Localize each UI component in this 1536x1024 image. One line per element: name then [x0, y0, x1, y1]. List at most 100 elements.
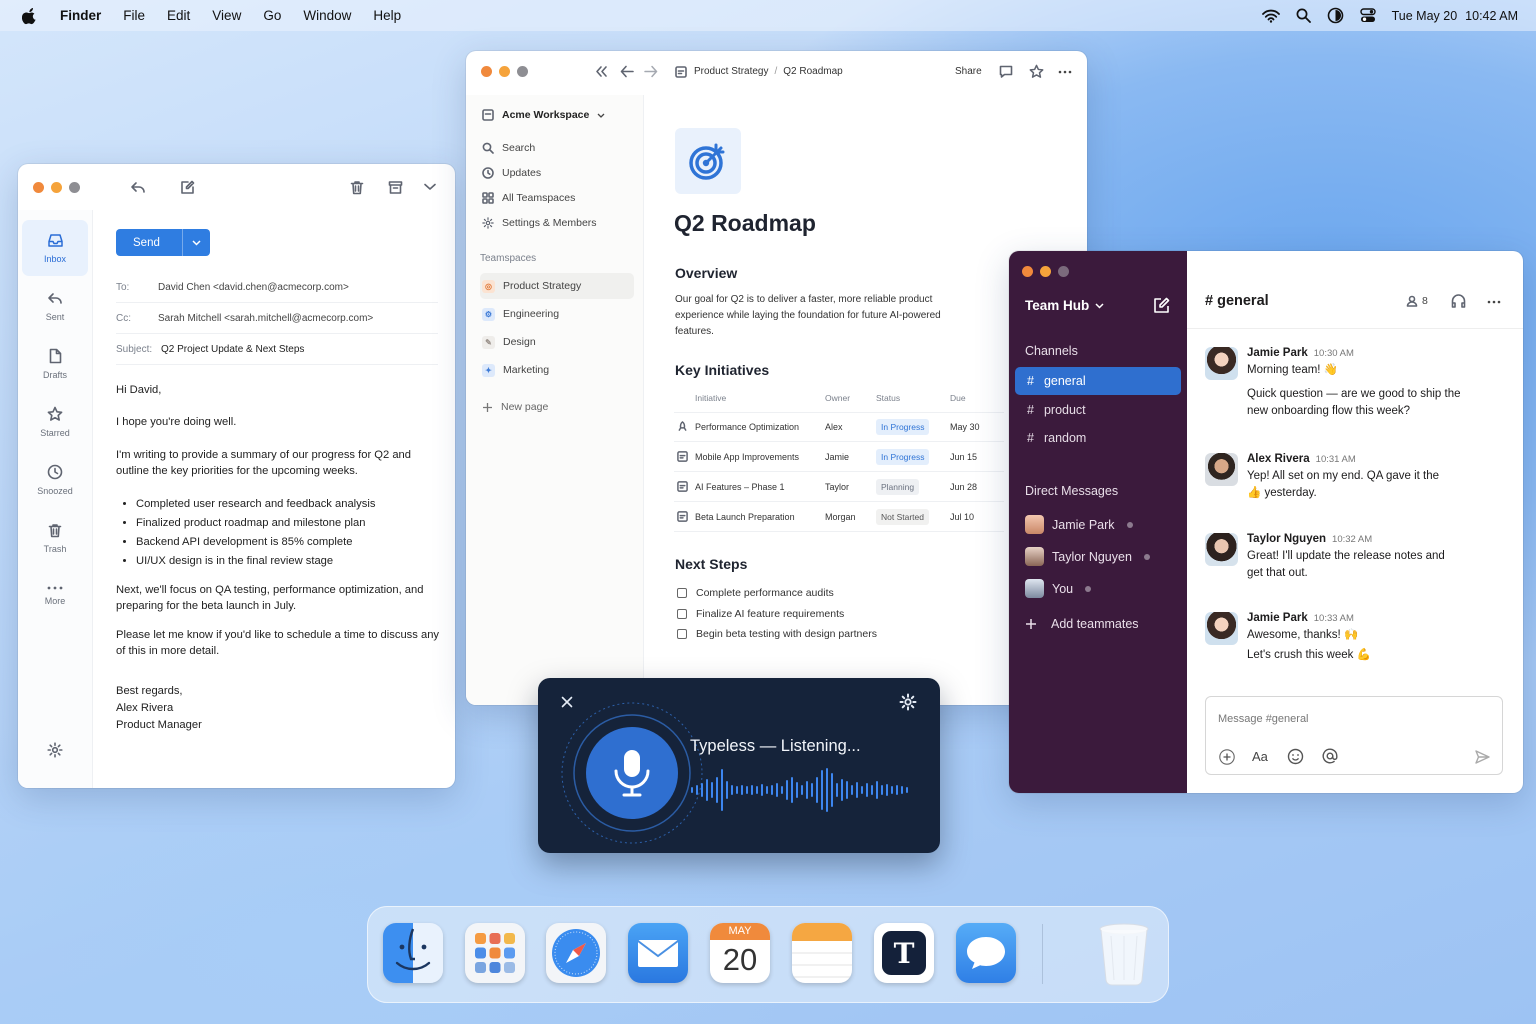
safari-app-icon[interactable]	[546, 923, 606, 983]
menu-window[interactable]: Window	[303, 8, 351, 23]
menu-view[interactable]: View	[212, 8, 241, 23]
control-center-icon[interactable]	[1359, 8, 1376, 23]
menu-help[interactable]: Help	[373, 8, 401, 23]
breadcrumb-item[interactable]: Q2 Roadmap	[783, 66, 842, 77]
sidebar-item-snoozed[interactable]: Snoozed	[22, 452, 88, 508]
send-icon[interactable]	[1475, 750, 1490, 764]
email-greeting[interactable]: Hi David,	[116, 382, 446, 398]
channel-general[interactable]: # general	[1015, 367, 1181, 395]
archive-icon[interactable]	[388, 180, 403, 195]
send-button[interactable]: Send	[116, 229, 210, 256]
cc-field[interactable]: Cc: Sarah Mitchell <sarah.mitchell@acmeco…	[116, 304, 438, 334]
sidebar-item-settings[interactable]: Settings & Members	[480, 210, 634, 236]
menu-time[interactable]: 10:42 AM	[1465, 9, 1518, 23]
wifi-icon[interactable]	[1261, 9, 1280, 23]
focus-icon[interactable]	[1327, 7, 1344, 24]
email-paragraph[interactable]: Please let me know if you'd like to sche…	[116, 627, 446, 659]
to-field[interactable]: To: David Chen <david.chen@acmecorp.com>	[116, 273, 438, 303]
forward-arrow-icon[interactable]	[644, 65, 658, 78]
workspace-switcher[interactable]: Acme Workspace	[480, 102, 634, 128]
format-text-button[interactable]: Aa	[1252, 749, 1268, 764]
workspace-switcher[interactable]: Team Hub	[1025, 298, 1104, 313]
minimize-button[interactable]	[51, 182, 62, 193]
sidebar-item-inbox[interactable]: Inbox	[22, 220, 88, 276]
close-button[interactable]	[481, 66, 492, 77]
status-badge[interactable]: In Progress	[876, 448, 930, 465]
channels-heading[interactable]: Channels	[1025, 344, 1078, 358]
comment-icon[interactable]	[999, 65, 1013, 78]
chevron-down-icon[interactable]	[424, 183, 436, 191]
email-paragraph[interactable]: I'm writing to provide a summary of our …	[116, 447, 446, 479]
sidebar-item-trash[interactable]: Trash	[22, 510, 88, 566]
close-button[interactable]	[33, 182, 44, 193]
checklist-item[interactable]: Complete performance audits	[677, 583, 877, 604]
page-cover-icon[interactable]	[675, 128, 741, 194]
compose-icon[interactable]	[1153, 297, 1170, 314]
teamspace-product-strategy[interactable]: ◎ Product Strategy	[480, 273, 634, 299]
share-button[interactable]: Share	[955, 66, 982, 77]
emoji-icon[interactable]	[1287, 748, 1304, 765]
dm-taylor-nguyen[interactable]: Taylor Nguyen	[1025, 547, 1150, 566]
trash-app-icon[interactable]	[1097, 920, 1151, 986]
minimize-button[interactable]	[1040, 266, 1051, 277]
sidebar-item-more[interactable]: More	[22, 568, 88, 624]
channel-title[interactable]: # general	[1205, 293, 1269, 309]
messages-app-icon[interactable]	[956, 923, 1016, 983]
collapse-sidebar-icon[interactable]	[594, 65, 608, 78]
microphone-button[interactable]	[554, 695, 710, 851]
mention-icon[interactable]	[1322, 748, 1338, 764]
teamspace-design[interactable]: ✎ Design	[480, 329, 634, 355]
page-title[interactable]: Q2 Roadmap	[674, 210, 816, 237]
subject-field[interactable]: Subject: Q2 Project Update & Next Steps	[116, 335, 438, 365]
email-bullet-list[interactable]: Completed user research and feedback ana…	[136, 495, 446, 571]
status-badge[interactable]: Planning	[876, 478, 920, 495]
star-icon[interactable]	[1029, 64, 1044, 79]
minimize-button[interactable]	[499, 66, 510, 77]
new-page-button[interactable]: New page	[480, 394, 634, 420]
channel-random[interactable]: # random	[1015, 424, 1181, 452]
sidebar-item-teamspaces[interactable]: All Teamspaces	[480, 185, 634, 211]
dm-jamie-park[interactable]: Jamie Park	[1025, 515, 1133, 534]
message[interactable]: Alex Rivera 10:31 AM Yep! All set on my e…	[1205, 453, 1505, 502]
settings-gear-icon[interactable]	[899, 693, 917, 711]
sidebar-item-search[interactable]: Search	[480, 135, 634, 161]
menu-app-name[interactable]: Finder	[60, 8, 101, 23]
typeless-app-icon[interactable]: T	[874, 923, 934, 983]
notes-app-icon[interactable]	[792, 923, 852, 983]
menu-go[interactable]: Go	[263, 8, 281, 23]
message-composer[interactable]: Message #general Aa	[1205, 696, 1503, 775]
teamspace-marketing[interactable]: ✦ Marketing	[480, 357, 634, 383]
message[interactable]: Jamie Park 10:33 AM Awesome, thanks! 🙌 Le…	[1205, 612, 1505, 664]
sidebar-item-drafts[interactable]: Drafts	[22, 336, 88, 392]
apple-icon[interactable]	[22, 7, 38, 25]
zoom-button[interactable]	[69, 182, 80, 193]
compose-icon[interactable]	[180, 180, 195, 195]
dm-heading[interactable]: Direct Messages	[1025, 484, 1118, 498]
sidebar-item-sent[interactable]: Sent	[22, 278, 88, 334]
add-teammates-button[interactable]: Add teammates	[1025, 617, 1139, 631]
teamspace-engineering[interactable]: ⚙ Engineering	[480, 301, 634, 327]
table-row[interactable]: Beta Launch Preparation Morgan Not Start…	[674, 502, 1004, 532]
close-button[interactable]	[1022, 266, 1033, 277]
checkbox[interactable]	[677, 608, 687, 619]
message[interactable]: Jamie Park 10:30 AM Morning team! 👋 Quick…	[1205, 347, 1505, 420]
reply-icon[interactable]	[130, 180, 146, 195]
checkbox[interactable]	[677, 629, 687, 640]
overview-text[interactable]: Our goal for Q2 is to deliver a faster, …	[675, 292, 975, 340]
sidebar-item-starred[interactable]: Starred	[22, 394, 88, 450]
checkbox[interactable]	[677, 588, 687, 599]
breadcrumb-item[interactable]: Product Strategy	[694, 66, 768, 77]
status-badge[interactable]: In Progress	[876, 418, 930, 435]
zoom-button[interactable]	[1058, 266, 1069, 277]
launchpad-app-icon[interactable]	[465, 923, 525, 983]
sidebar-item-updates[interactable]: Updates	[480, 160, 634, 186]
status-badge[interactable]: Not Started	[876, 508, 929, 525]
settings-gear-icon[interactable]	[47, 742, 63, 758]
message[interactable]: Taylor Nguyen 10:32 AM Great! I'll update…	[1205, 533, 1505, 582]
email-paragraph[interactable]: I hope you're doing well.	[116, 414, 446, 430]
calendar-app-icon[interactable]: MAY 20	[710, 923, 770, 983]
finder-app-icon[interactable]	[383, 923, 443, 983]
checklist-item[interactable]: Finalize AI feature requirements	[677, 604, 877, 625]
email-paragraph[interactable]: Next, we'll focus on QA testing, perform…	[116, 582, 446, 614]
channel-product[interactable]: # product	[1015, 396, 1181, 424]
